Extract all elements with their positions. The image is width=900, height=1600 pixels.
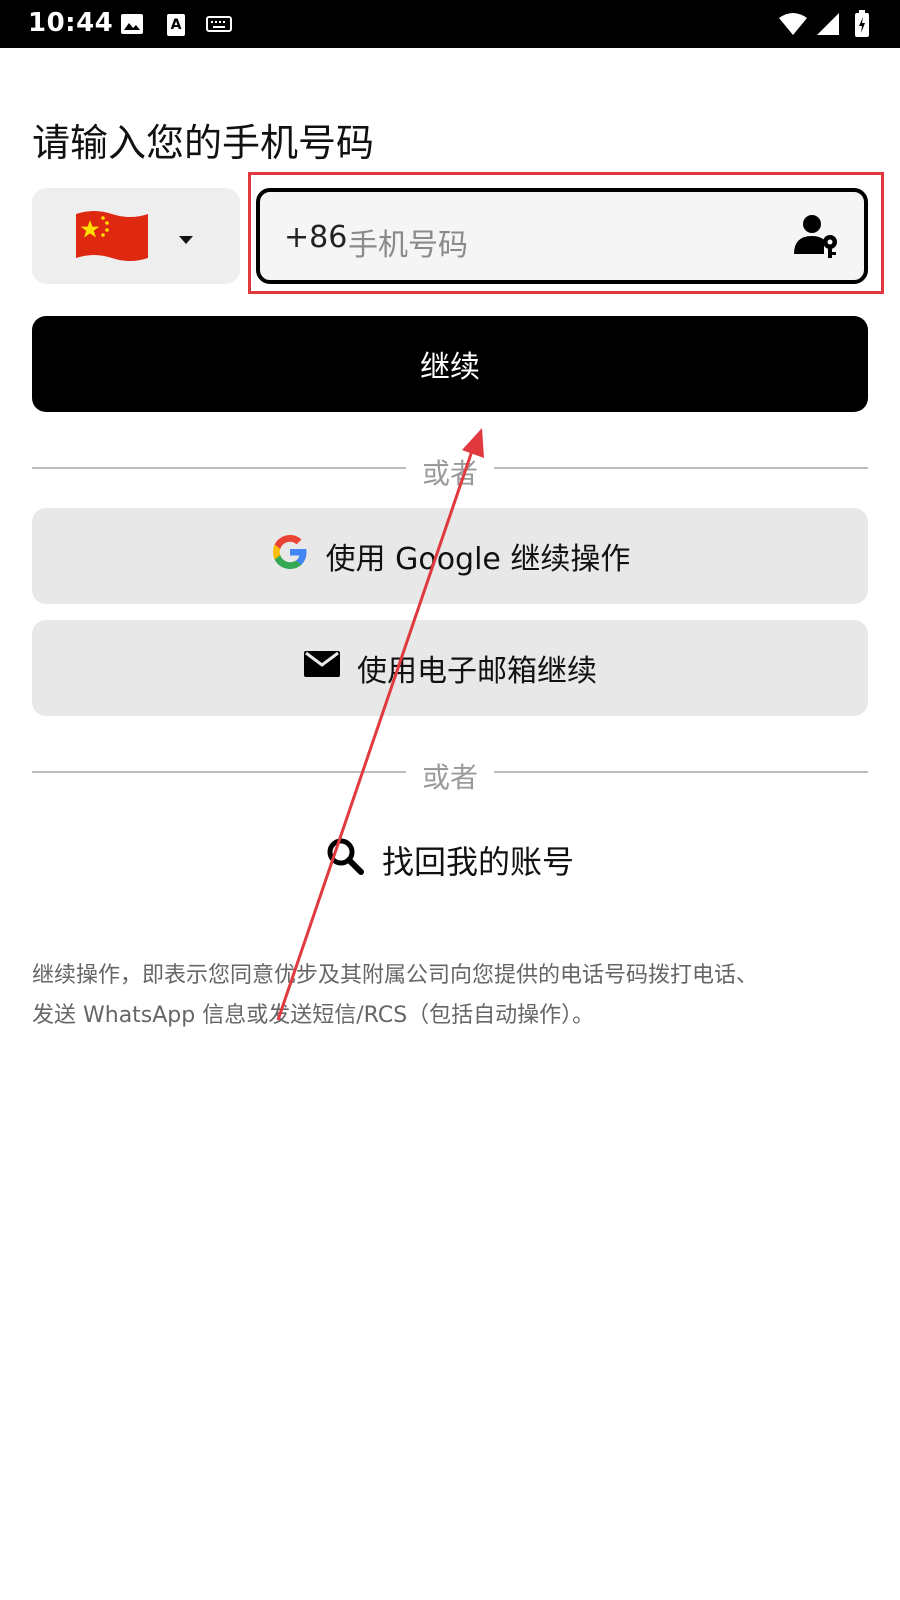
phone-placeholder: 手机号码 bbox=[348, 228, 468, 263]
legal-disclaimer: 继续操作，即表示您同意优步及其附属公司向您提供的电话号码拨打电话、 发送 Wha… bbox=[32, 956, 872, 1036]
china-flag-icon bbox=[74, 208, 150, 268]
legal-line: 发送 WhatsApp 信息或发送短信/RCS（包括自动操作）。 bbox=[32, 1003, 595, 1028]
or-divider: 或者 bbox=[32, 756, 868, 794]
recover-account-label: 找回我的账号 bbox=[381, 843, 574, 881]
cell-signal-icon bbox=[816, 12, 840, 40]
dial-code: +86 bbox=[284, 220, 348, 255]
google-icon bbox=[270, 532, 326, 580]
recover-account-link[interactable]: 找回我的账号 bbox=[0, 836, 900, 884]
google-continue-button[interactable]: 使用 Google 继续操作 bbox=[32, 508, 868, 604]
email-button-label: 使用电子邮箱继续 bbox=[357, 654, 597, 689]
email-continue-button[interactable]: 使用电子邮箱继续 bbox=[32, 620, 868, 716]
battery-icon bbox=[854, 10, 870, 42]
wifi-icon bbox=[778, 12, 808, 40]
status-time: 10:44 bbox=[28, 8, 114, 38]
or-divider: 或者 bbox=[32, 452, 868, 490]
font-a-icon: A bbox=[166, 13, 186, 41]
svg-text:A: A bbox=[171, 17, 182, 33]
country-picker[interactable] bbox=[32, 188, 240, 284]
image-icon bbox=[120, 13, 144, 39]
legal-line: 继续操作，即表示您同意优步及其附属公司向您提供的电话号码拨打电话、 bbox=[32, 963, 759, 988]
mail-icon bbox=[303, 650, 357, 686]
search-icon bbox=[326, 837, 382, 883]
keyboard-icon bbox=[206, 16, 232, 36]
divider-text: 或者 bbox=[421, 761, 478, 794]
contact-key-icon[interactable] bbox=[792, 212, 840, 264]
phone-number-field[interactable]: +86 手机号码 bbox=[256, 188, 868, 284]
status-bar: 10:44 A bbox=[0, 0, 900, 48]
google-button-label: 使用 Google 继续操作 bbox=[325, 542, 631, 577]
divider-text: 或者 bbox=[421, 457, 478, 490]
page-title: 请输入您的手机号码 bbox=[32, 121, 375, 165]
continue-button[interactable]: 继续 bbox=[32, 316, 868, 412]
caret-down-icon bbox=[178, 230, 194, 249]
